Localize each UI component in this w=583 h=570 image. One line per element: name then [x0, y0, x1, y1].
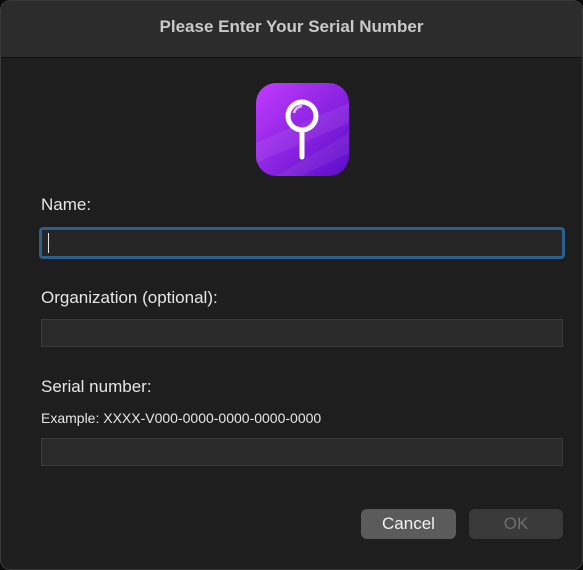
- serial-number-field[interactable]: [41, 438, 563, 466]
- organization-label: Organization (optional):: [41, 288, 218, 307]
- window-title: Please Enter Your Serial Number: [159, 17, 424, 36]
- magnifier-icon: [256, 83, 349, 176]
- serial-number-label: Serial number:: [41, 377, 152, 396]
- organization-field[interactable]: [41, 319, 563, 347]
- title-bar[interactable]: Please Enter Your Serial Number: [1, 1, 582, 58]
- name-label: Name:: [41, 195, 92, 214]
- cancel-button[interactable]: Cancel: [361, 509, 456, 539]
- serial-number-dialog: Please Enter Your Serial Number Name: Or…: [0, 0, 583, 570]
- serial-example-hint: Example: XXXX-V000-0000-0000-0000-0000: [41, 410, 322, 426]
- name-field[interactable]: [39, 227, 565, 259]
- ok-button[interactable]: OK: [469, 509, 563, 539]
- text-caret: [48, 233, 49, 253]
